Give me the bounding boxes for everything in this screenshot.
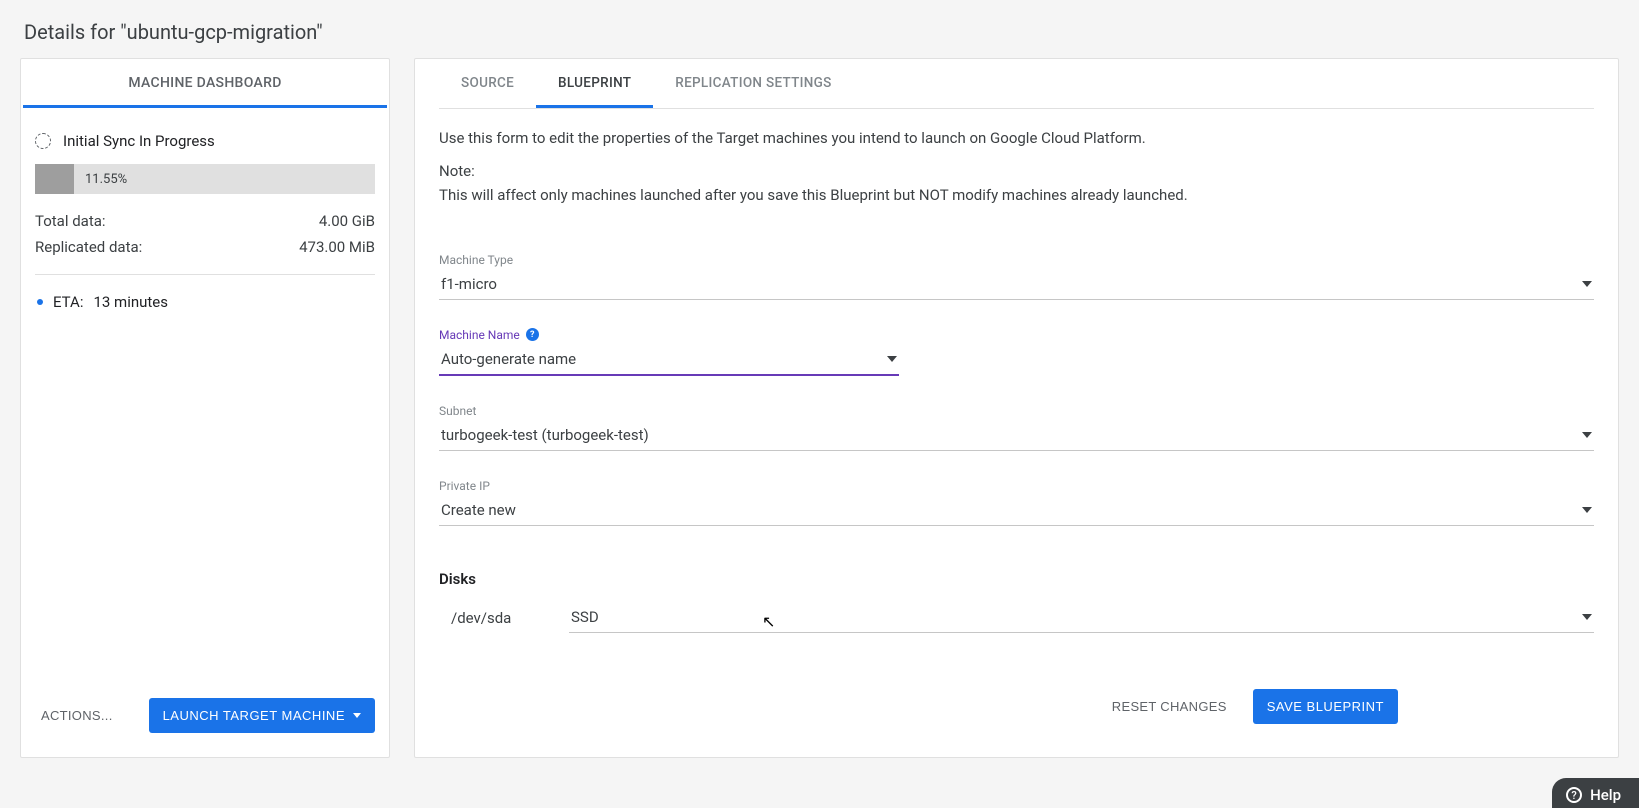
machine-name-select[interactable]: Auto-generate name <box>439 342 899 376</box>
chevron-down-icon <box>1582 432 1592 438</box>
eta-label: ETA: <box>53 293 83 311</box>
private-ip-select[interactable]: Create new <box>439 493 1594 526</box>
eta-value: 13 minutes <box>93 293 168 311</box>
chevron-down-icon <box>1582 614 1592 620</box>
subnet-select[interactable]: turbogeek-test (turbogeek-test) <box>439 418 1594 451</box>
tab-source[interactable]: SOURCE <box>439 59 536 108</box>
machine-name-label: Machine Name <box>439 328 520 342</box>
tab-machine-dashboard[interactable]: MACHINE DASHBOARD <box>23 59 387 108</box>
total-data-value: 4.00 GiB <box>319 212 375 230</box>
disk-row: /dev/sda SSD <box>439 602 1594 633</box>
help-label: Help <box>1590 786 1621 804</box>
disks-heading: Disks <box>439 570 1594 588</box>
sync-progress-fill <box>35 164 74 194</box>
machine-name-value: Auto-generate name <box>441 350 576 368</box>
replicated-data-value: 473.00 MiB <box>299 238 375 256</box>
chevron-down-icon <box>887 356 897 362</box>
sync-spinner-icon <box>35 133 51 149</box>
machine-type-value: f1-micro <box>441 275 497 293</box>
bullet-icon <box>37 299 43 305</box>
reset-changes-button[interactable]: RESET CHANGES <box>1106 691 1233 722</box>
disk-type-value: SSD <box>571 608 599 626</box>
launch-target-label: LAUNCH TARGET MACHINE <box>163 708 345 723</box>
sync-progress-bar: 11.55% <box>35 164 375 194</box>
subnet-label: Subnet <box>439 404 1594 418</box>
actions-menu-button[interactable]: ACTIONS... <box>35 700 119 731</box>
note-body: This will affect only machines launched … <box>439 184 1594 207</box>
tab-replication-settings[interactable]: REPLICATION SETTINGS <box>653 59 853 108</box>
blueprint-panel: SOURCE BLUEPRINT REPLICATION SETTINGS Us… <box>414 58 1619 758</box>
page-title: Details for "ubuntu-gcp-migration" <box>0 0 1639 58</box>
private-ip-value: Create new <box>441 501 516 519</box>
sync-status-text: Initial Sync In Progress <box>63 132 215 150</box>
save-blueprint-label: SAVE BLUEPRINT <box>1267 699 1384 714</box>
chevron-down-icon <box>1582 507 1592 513</box>
sync-progress-percent: 11.55% <box>85 164 127 194</box>
chevron-down-icon <box>1582 281 1592 287</box>
subnet-value: turbogeek-test (turbogeek-test) <box>441 426 649 444</box>
private-ip-label: Private IP <box>439 479 1594 493</box>
save-blueprint-button[interactable]: SAVE BLUEPRINT <box>1253 689 1398 724</box>
tab-blueprint[interactable]: BLUEPRINT <box>536 59 653 108</box>
machine-type-select[interactable]: f1-micro <box>439 267 1594 300</box>
note-label: Note: <box>439 160 1594 183</box>
help-circle-icon: ? <box>1566 787 1582 803</box>
form-intro-text: Use this form to edit the properties of … <box>439 127 1594 150</box>
total-data-label: Total data: <box>35 212 106 230</box>
machine-type-label: Machine Type <box>439 253 1594 267</box>
replicated-data-label: Replicated data: <box>35 238 142 256</box>
help-button[interactable]: ? Help <box>1552 778 1639 808</box>
disk-device-label: /dev/sda <box>439 609 519 633</box>
help-icon[interactable]: ? <box>526 328 539 341</box>
machine-dashboard-panel: MACHINE DASHBOARD Initial Sync In Progre… <box>20 58 390 758</box>
launch-target-machine-button[interactable]: LAUNCH TARGET MACHINE <box>149 698 375 733</box>
chevron-down-icon <box>353 713 361 718</box>
disk-type-select[interactable]: SSD <box>569 602 1594 633</box>
